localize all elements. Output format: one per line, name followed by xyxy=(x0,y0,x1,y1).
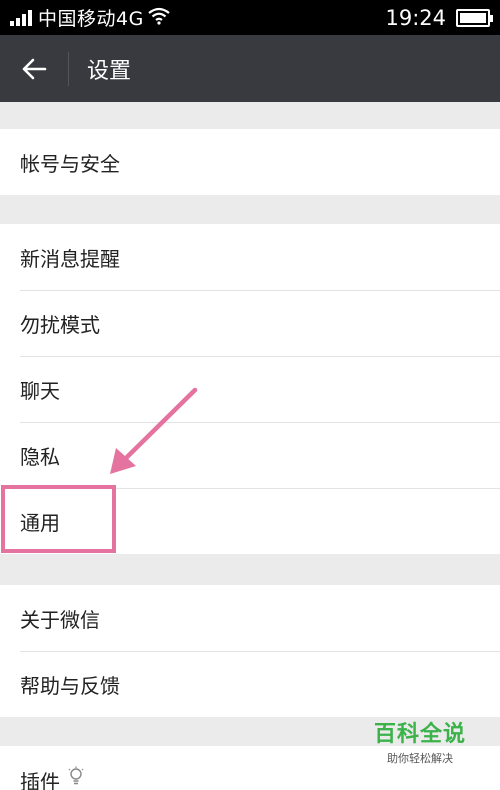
annotation-arrow-icon xyxy=(110,387,198,474)
watermark-logo: 百科全说 助你轻松解决 xyxy=(373,722,466,765)
